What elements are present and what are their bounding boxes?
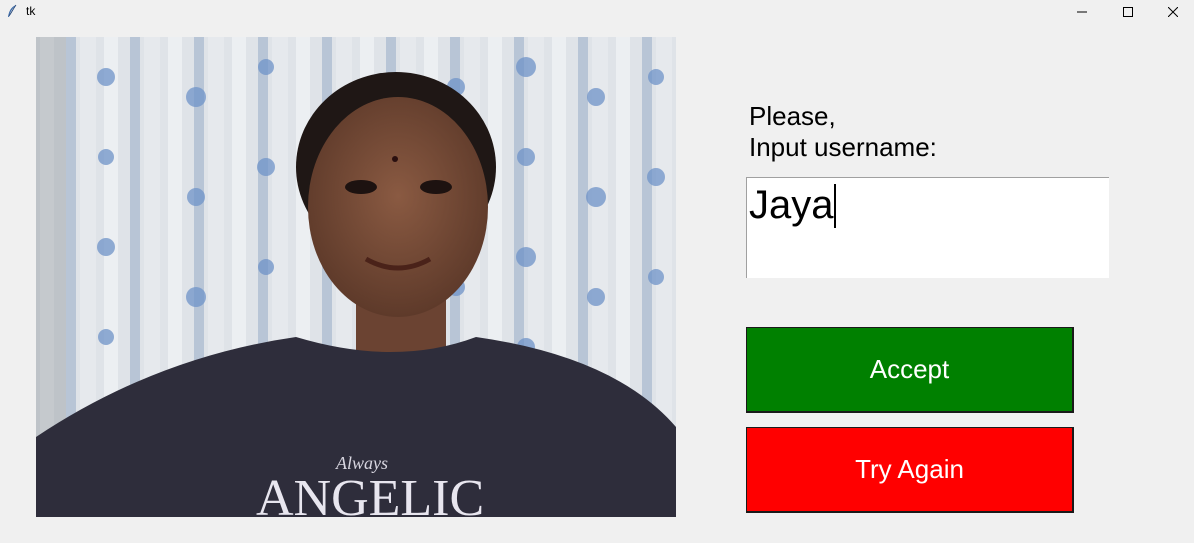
prompt-line-1: Please, (749, 101, 836, 131)
camera-preview: Always ANGELIC (36, 37, 676, 517)
text-caret (833, 184, 836, 228)
accept-button-label: Accept (869, 354, 950, 384)
shirt-text-large: ANGELIC (256, 470, 484, 517)
prompt-line-2: Input username: (749, 132, 937, 162)
accept-button[interactable]: Accept (746, 327, 1074, 413)
window-title: tk (26, 4, 36, 18)
title-bar: tk (0, 0, 1194, 23)
close-icon (1168, 6, 1178, 17)
minimize-icon (1077, 11, 1087, 12)
feather-icon (6, 4, 18, 18)
username-input[interactable]: Jaya (746, 177, 1109, 278)
minimize-button[interactable] (1059, 0, 1105, 23)
username-prompt: Please, Input username: (749, 101, 937, 163)
try-again-button[interactable]: Try Again (746, 427, 1074, 513)
maximize-button[interactable] (1105, 0, 1151, 23)
maximize-icon (1123, 6, 1133, 17)
try-again-button-label: Try Again (855, 454, 964, 484)
username-value: Jaya (749, 183, 834, 227)
close-button[interactable] (1150, 0, 1194, 23)
